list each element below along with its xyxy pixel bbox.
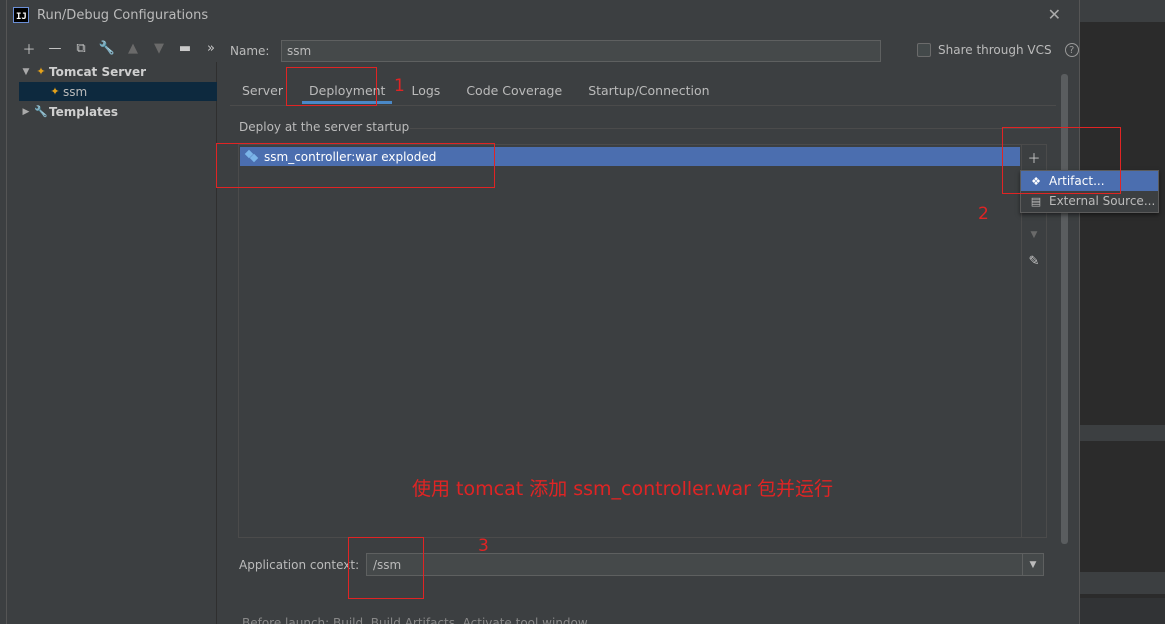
ide-top-bar (1080, 0, 1165, 22)
intellij-logo-icon: IJ (13, 7, 29, 23)
annotation-box-2 (1002, 127, 1121, 194)
annotation-box-deploy-item (216, 143, 495, 188)
chevron-down-icon[interactable]: ▼ (19, 67, 33, 77)
annotation-number-3: 3 (478, 536, 489, 556)
move-down-icon[interactable]: ▼ (149, 38, 169, 58)
share-vcs-label[interactable]: Share through VCS (938, 43, 1052, 57)
dialog-title: Run/Debug Configurations (37, 7, 209, 23)
tree-item-tomcat-server[interactable]: ▼ ✦ Tomcat Server (19, 62, 217, 81)
menu-item-label: External Source... (1049, 194, 1156, 208)
ide-background-right (1080, 0, 1165, 624)
annotation-note: 使用 tomcat 添加 ssm_controller.war 包并运行 (412, 478, 834, 500)
annotation-number-2: 2 (978, 204, 989, 224)
name-input[interactable]: ssm (281, 40, 881, 62)
before-launch-label: Before launch: Build, Build Artifacts, A… (242, 616, 588, 624)
tab-code-coverage[interactable]: Code Coverage (453, 78, 575, 102)
tab-logs[interactable]: Logs (398, 78, 453, 102)
tomcat-icon: ✦ (36, 65, 46, 78)
move-down-icon[interactable]: ▼ (1022, 225, 1046, 245)
tomcat-icon: ✦ (50, 85, 60, 98)
annotation-number-1: 1 (394, 76, 405, 96)
annotation-box-1 (286, 67, 377, 106)
menu-item-external-source[interactable]: ▤ External Source... (1021, 191, 1158, 211)
wrench-icon: 🔧 (34, 105, 48, 118)
name-label: Name: (230, 44, 270, 58)
deploy-group-title: Deploy at the server startup (239, 120, 416, 134)
config-tree: ▼ ✦ Tomcat Server ✦ ssm ▶ 🔧 Templates (19, 62, 217, 624)
copy-icon[interactable]: ⧉ (71, 38, 91, 58)
archive-icon: ▤ (1030, 194, 1042, 208)
ide-panel-band (1080, 572, 1165, 594)
help-icon[interactable]: ? (1064, 43, 1079, 57)
tree-item-label: Templates (49, 104, 119, 119)
ide-status-band (1080, 598, 1165, 624)
run-debug-dialog: IJ Run/Debug Configurations ✕ ＋ — ⧉ 🔧 ▲ … (6, 0, 1159, 624)
config-toolbar: ＋ — ⧉ 🔧 ▲ ▼ ▬ » (19, 38, 221, 58)
folder-icon[interactable]: ▬ (175, 38, 195, 58)
chevron-down-icon[interactable]: ▼ (1022, 554, 1043, 575)
tree-item-ssm[interactable]: ✦ ssm (19, 82, 217, 101)
ide-panel-band (1080, 425, 1165, 441)
wrench-icon[interactable]: 🔧 (97, 38, 117, 58)
annotation-box-3 (348, 537, 424, 599)
tree-item-label: Tomcat Server (49, 64, 147, 79)
chevron-right-icon[interactable]: ▶ (19, 107, 33, 117)
close-icon[interactable]: ✕ (1048, 5, 1061, 24)
group-divider (410, 128, 1050, 129)
add-icon[interactable]: ＋ (19, 38, 39, 58)
edit-icon[interactable]: ✎ (1022, 251, 1046, 271)
tree-item-label: ssm (63, 84, 88, 99)
app-context-value: /ssm (373, 557, 402, 572)
share-vcs-checkbox[interactable] (917, 43, 931, 57)
dialog-titlebar: IJ Run/Debug Configurations ✕ (7, 0, 1079, 30)
app-context-label: Application context: (239, 558, 360, 572)
more-icon[interactable]: » (201, 38, 221, 58)
tab-startup-connection[interactable]: Startup/Connection (575, 78, 722, 102)
tree-item-templates[interactable]: ▶ 🔧 Templates (19, 102, 217, 121)
remove-icon[interactable]: — (45, 38, 65, 58)
move-up-icon[interactable]: ▲ (123, 38, 143, 58)
share-vcs: Share through VCS ? (917, 43, 1079, 57)
app-context-combo[interactable]: /ssm ▼ (366, 553, 1044, 576)
